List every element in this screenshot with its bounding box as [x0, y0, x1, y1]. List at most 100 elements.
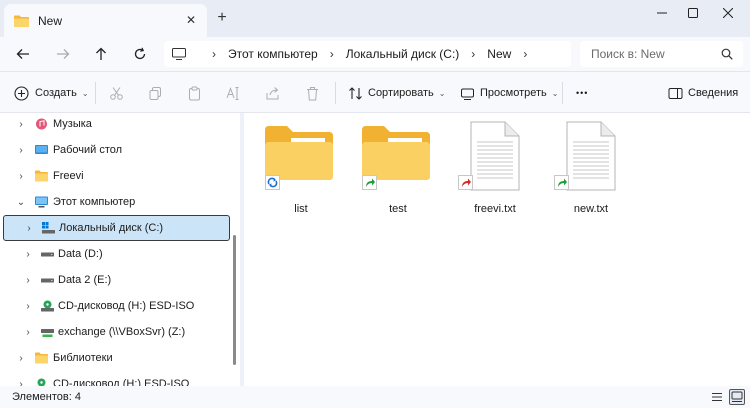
expand-icon[interactable]: ›: [24, 223, 34, 234]
delete-button[interactable]: [305, 72, 320, 114]
details-view-button[interactable]: [709, 389, 725, 405]
view-icon: [461, 88, 474, 100]
network-drive-icon: [41, 329, 54, 337]
file-name: list: [294, 203, 308, 215]
collapse-icon[interactable]: ⌄: [16, 197, 26, 208]
file-name: freevi.txt: [474, 203, 516, 215]
expand-icon[interactable]: ›: [23, 327, 33, 338]
large-icons-view-icon: [731, 391, 743, 402]
copy-icon: [149, 86, 161, 100]
file-name: test: [389, 203, 407, 215]
forward-button[interactable]: [50, 41, 76, 67]
file-item-freevi-txt[interactable]: freevi.txt: [445, 120, 525, 215]
expand-icon[interactable]: ›: [16, 379, 26, 387]
close-tab-icon[interactable]: ✕: [183, 12, 199, 28]
details-label: Сведения: [688, 87, 739, 99]
status-bar: Элементов: 4: [0, 386, 750, 408]
nav-item-libraries[interactable]: › Библиотеки: [0, 345, 232, 371]
breadcrumb-this-pc[interactable]: Этот компьютер: [228, 47, 318, 61]
nav-item-data-2-e[interactable]: › Data 2 (E:): [0, 267, 232, 293]
computer-icon: [172, 48, 186, 60]
refresh-button[interactable]: [127, 41, 153, 67]
nav-item-desktop[interactable]: › Рабочий стол: [0, 137, 232, 163]
nav-item-this-pc[interactable]: ⌄ Этот компьютер: [0, 189, 232, 215]
nav-item-label: Freevi: [53, 170, 84, 182]
nav-item-exchange-z[interactable]: › exchange (\\VBoxSvr) (Z:): [0, 319, 232, 345]
expand-icon[interactable]: ›: [16, 119, 26, 130]
chevron-down-icon: ⌄: [81, 88, 89, 98]
divider: [562, 82, 563, 104]
expand-icon[interactable]: ›: [16, 353, 26, 364]
tab-new[interactable]: New ✕: [4, 4, 207, 37]
paste-button[interactable]: [187, 72, 202, 114]
drive-icon: [41, 278, 54, 283]
nav-item-cd-drive-h[interactable]: › CD-дисковод (H:) ESD-ISO: [0, 293, 232, 319]
nav-item-music[interactable]: › Музыка: [0, 113, 232, 137]
item-icon-wrap: [360, 120, 432, 195]
expand-icon[interactable]: ›: [23, 301, 33, 312]
details-pane-button[interactable]: Сведения: [668, 72, 738, 114]
more-options-button[interactable]: •••: [576, 72, 588, 114]
navigation-pane: › Музыка › Рабочий стол › Freevi ⌄ Этот …: [0, 113, 240, 386]
breadcrumb-new[interactable]: New: [487, 47, 511, 61]
plus-circle-icon: [14, 85, 29, 101]
file-name: new.txt: [573, 203, 609, 215]
copy-button[interactable]: [148, 72, 163, 114]
nav-item-label: Музыка: [53, 118, 92, 130]
file-item-test[interactable]: test: [348, 120, 430, 215]
tab-title: New: [38, 13, 63, 28]
address-bar[interactable]: › Этот компьютер › Локальный диск (C:) ›…: [164, 41, 571, 67]
file-item-new-txt[interactable]: new.txt: [541, 120, 621, 215]
file-item-list[interactable]: list: [251, 120, 333, 215]
breadcrumb-separator[interactable]: ›: [523, 47, 527, 61]
up-button[interactable]: [88, 41, 114, 67]
breadcrumb-separator[interactable]: ›: [330, 47, 334, 61]
drive-icon: [41, 252, 54, 257]
view-label: Просмотреть: [480, 87, 547, 99]
title-bar: New ✕ +: [0, 0, 750, 37]
address-row: › Этот компьютер › Локальный диск (C:) ›…: [0, 37, 750, 71]
details-pane-icon: [668, 87, 683, 99]
new-tab-button[interactable]: +: [213, 9, 231, 27]
items-count: Элементов: 4: [12, 391, 81, 403]
breadcrumb-local-disk[interactable]: Локальный диск (C:): [346, 47, 460, 61]
chevron-down-icon: ⌄: [551, 88, 559, 98]
music-icon: [36, 118, 47, 130]
nav-item-label: Data 2 (E:): [58, 274, 112, 286]
windows-drive-icon: [42, 222, 55, 234]
arrow-right-icon: [57, 49, 70, 59]
nav-item-label: Локальный диск (C:): [59, 222, 164, 234]
sort-label: Сортировать: [368, 87, 434, 99]
shortcut-arrow-icon: [554, 175, 569, 190]
share-button[interactable]: [265, 72, 280, 114]
expand-icon[interactable]: ›: [16, 145, 26, 156]
create-button[interactable]: Создать ⌄: [14, 72, 89, 114]
folder-icon: [362, 126, 430, 180]
view-button[interactable]: Просмотреть ⌄: [460, 72, 558, 114]
nav-item-local-disk-c[interactable]: › Локальный диск (C:): [3, 215, 230, 241]
item-icon-wrap: [263, 120, 335, 195]
file-view: list test freevi.txt new.txt: [244, 113, 750, 386]
close-icon: [723, 8, 733, 18]
breadcrumb-separator[interactable]: ›: [212, 47, 216, 61]
breadcrumb-separator[interactable]: ›: [471, 47, 475, 61]
search-input[interactable]: Поиск в: New: [580, 41, 743, 67]
nav-item-label: CD-дисковод (H:) ESD-ISO: [58, 300, 195, 312]
back-button[interactable]: [10, 41, 36, 67]
nav-item-data-d[interactable]: › Data (D:): [0, 241, 232, 267]
maximize-icon: [688, 8, 698, 18]
nav-item-freevi[interactable]: › Freevi: [0, 163, 232, 189]
rename-button[interactable]: [226, 72, 241, 114]
close-window-button[interactable]: [706, 0, 750, 26]
large-icons-view-button[interactable]: [729, 389, 745, 405]
hardlink-badge-icon: [458, 175, 473, 190]
sort-button[interactable]: Сортировать ⌄: [348, 72, 445, 114]
nav-item-label: Рабочий стол: [53, 144, 123, 156]
expand-icon[interactable]: ›: [23, 249, 33, 260]
navigation-scrollbar[interactable]: [233, 235, 236, 365]
expand-icon[interactable]: ›: [16, 171, 26, 182]
expand-icon[interactable]: ›: [23, 275, 33, 286]
folder-icon: [35, 170, 48, 182]
nav-item-cd-drive-h-root[interactable]: › CD-дисковод (H:) ESD-ISO: [0, 371, 232, 386]
cut-button[interactable]: [109, 72, 124, 114]
